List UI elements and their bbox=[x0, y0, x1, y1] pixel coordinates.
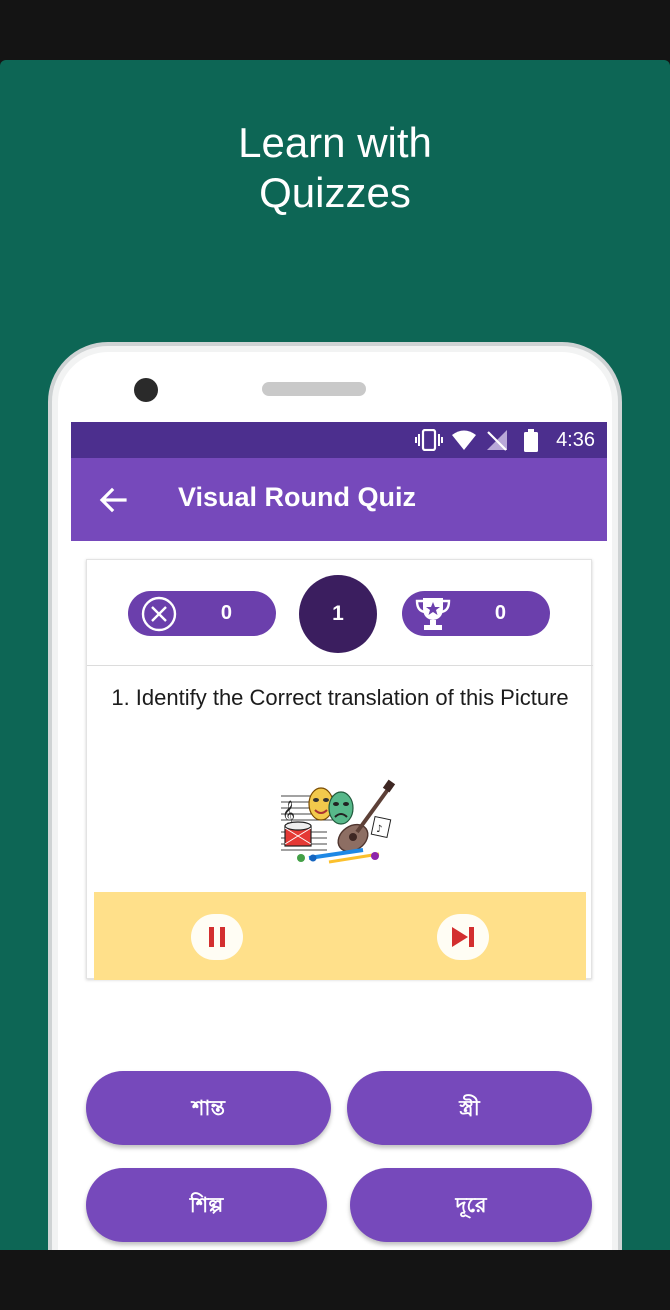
earpiece-speaker bbox=[262, 382, 366, 396]
arrow-left-icon[interactable] bbox=[97, 484, 129, 516]
skip-button[interactable] bbox=[437, 914, 489, 960]
close-circle-icon bbox=[141, 596, 177, 632]
answer-option-3[interactable]: শিল্প bbox=[86, 1168, 327, 1242]
promo-panel: Learn with Quizzes 4:36 Visual Round Qui… bbox=[0, 60, 670, 1250]
headline-line-2: Quizzes bbox=[259, 169, 411, 216]
pause-icon bbox=[209, 927, 225, 947]
app-title: Visual Round Quiz bbox=[178, 482, 417, 512]
wrong-count: 0 bbox=[220, 602, 232, 624]
round-number-circle: 1 bbox=[299, 575, 377, 653]
score-count: 0 bbox=[494, 602, 506, 624]
vibrate-icon bbox=[415, 429, 443, 451]
arts-collage-image: 𝄞 ♪ bbox=[281, 779, 396, 864]
question-text: 1. Identify the Correct translation of t… bbox=[111, 685, 569, 710]
status-bar: 4:36 bbox=[71, 422, 607, 458]
quiz-card: 0 1 0 1. Identify the Correct translatio… bbox=[86, 559, 593, 980]
battery-icon bbox=[524, 429, 538, 452]
score-pill: 0 bbox=[402, 591, 550, 636]
trophy-icon bbox=[415, 598, 451, 630]
svg-text:♪: ♪ bbox=[376, 824, 382, 835]
pause-button[interactable] bbox=[191, 914, 243, 960]
promo-headline: Learn with Quizzes bbox=[0, 118, 670, 218]
screenshot-stage: Learn with Quizzes 4:36 Visual Round Qui… bbox=[0, 0, 670, 1310]
skip-next-icon bbox=[452, 927, 474, 947]
wrong-answers-pill: 0 bbox=[128, 591, 276, 636]
phone-frame: 4:36 Visual Round Quiz 0 1 0 1. Identify… bbox=[48, 342, 622, 1250]
audio-controls bbox=[94, 892, 586, 980]
headline-line-1: Learn with bbox=[238, 119, 432, 166]
no-signal-icon bbox=[487, 430, 507, 451]
card-divider bbox=[87, 665, 593, 666]
app-bar: Visual Round Quiz bbox=[71, 458, 607, 541]
status-time: 4:36 bbox=[556, 429, 595, 451]
answer-option-2[interactable]: স্ত্রী bbox=[347, 1071, 592, 1145]
front-camera bbox=[134, 378, 158, 402]
answer-option-4[interactable]: দূরে bbox=[350, 1168, 592, 1242]
answer-option-1[interactable]: শান্ত bbox=[86, 1071, 331, 1145]
phone-screen: 4:36 Visual Round Quiz 0 1 0 1. Identify… bbox=[71, 422, 607, 1250]
wifi-icon bbox=[452, 430, 476, 450]
